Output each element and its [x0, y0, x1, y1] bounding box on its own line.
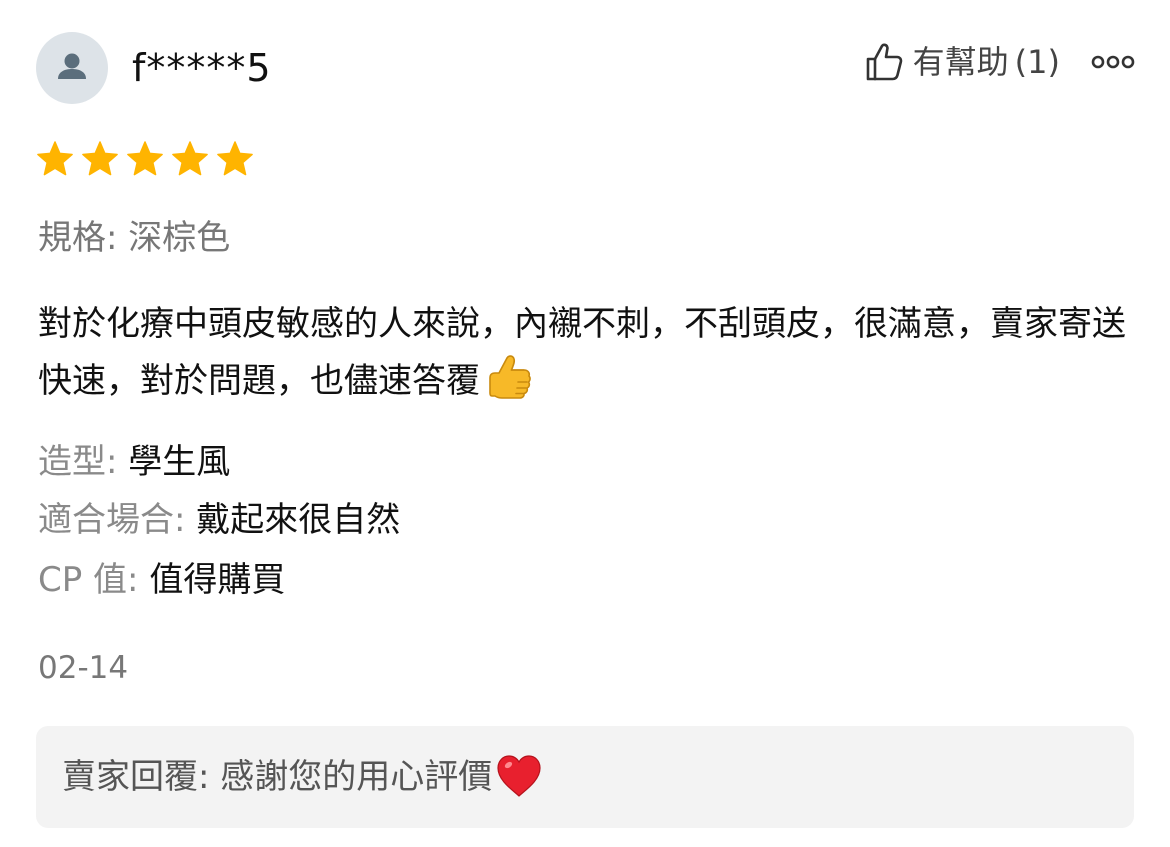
- star-icon: [172, 141, 208, 176]
- reviewer-username: f*****5: [132, 46, 272, 90]
- star-icon: [127, 141, 163, 176]
- seller-reply: 賣家回覆: 感謝您的用心評價: [62, 752, 544, 802]
- person-icon: [58, 53, 86, 79]
- helpful-count: (1): [1014, 43, 1060, 81]
- attribute-label: 造型:: [38, 442, 129, 482]
- thumbs-up-outline-icon: [866, 43, 902, 81]
- attribute-occasion: 適合場合: 戴起來很自然: [38, 496, 400, 544]
- helpful-button[interactable]: 有幫助 (1): [865, 38, 1060, 86]
- review-body-text: 對於化療中頭皮敏感的人來說，內襯不刺，不刮頭皮，很滿意，賣家寄送快速，對於問題，…: [38, 304, 1126, 401]
- attribute-style: 造型: 學生風: [38, 438, 230, 486]
- review-header: f*****5 有幫助 (1): [36, 32, 1136, 104]
- product-spec: 規格: 深棕色: [38, 218, 231, 258]
- helpful-label: 有幫助: [912, 43, 1009, 81]
- thumbs-up-emoji: [489, 355, 531, 399]
- seller-reply-label: 賣家回覆:: [62, 757, 221, 797]
- seller-reply-box: 賣家回覆: 感謝您的用心評價: [36, 726, 1134, 828]
- star-icon: [217, 141, 253, 176]
- red-heart-emoji: [497, 755, 541, 797]
- attribute-label: CP 值:: [38, 560, 150, 600]
- attribute-value: 戴起來很自然: [196, 500, 401, 540]
- attribute-value: 學生風: [128, 442, 231, 482]
- attribute-cp-value: CP 值: 值得購買: [38, 556, 285, 604]
- star-icon: [37, 141, 73, 176]
- star-icon: [82, 141, 118, 176]
- attribute-value: 值得購買: [149, 560, 286, 600]
- review-card: f*****5 有幫助 (1) 規格: 深棕色 對於化療中頭皮敏感的人來說，內襯…: [0, 0, 1170, 847]
- more-options-icon[interactable]: [1090, 40, 1136, 84]
- attribute-label: 適合場合:: [38, 500, 197, 540]
- star-rating: [36, 140, 261, 180]
- review-date: 02-14: [38, 650, 129, 686]
- review-body: 對於化療中頭皮敏感的人來說，內襯不刺，不刮頭皮，很滿意，賣家寄送快速，對於問題，…: [38, 296, 1138, 409]
- seller-reply-text: 感謝您的用心評價: [220, 757, 493, 797]
- avatar[interactable]: [36, 32, 108, 104]
